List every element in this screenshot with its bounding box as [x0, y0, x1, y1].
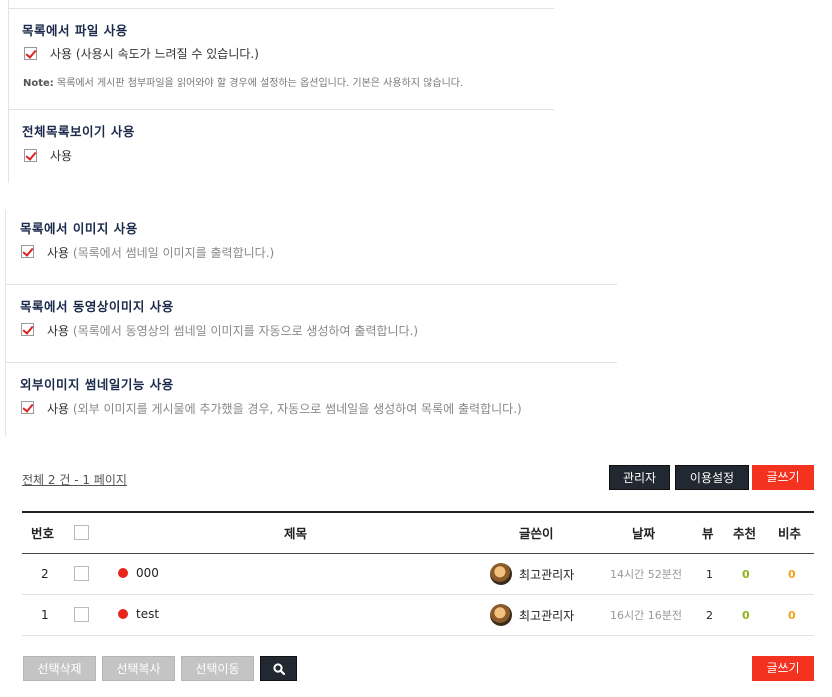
delete-selected-button[interactable]: 선택삭제	[23, 656, 96, 681]
row-checkbox[interactable]	[74, 607, 89, 622]
search-button[interactable]	[260, 656, 297, 681]
setting-title: 목록에서 동영상이미지 사용	[20, 299, 174, 314]
divider	[5, 210, 6, 436]
option-description: (외부 이미지를 게시물에 추가했을 경우, 자동으로 썸네일을 생성하여 목록…	[72, 402, 522, 416]
row-subject-link[interactable]: test	[136, 607, 159, 621]
new-dot-icon	[118, 568, 128, 578]
header-num: 번호	[31, 526, 55, 541]
divider	[8, 8, 554, 9]
setting-title: 목록에서 이미지 사용	[20, 221, 138, 236]
row-checkbox[interactable]	[74, 566, 89, 581]
row-date: 16시간 16분전	[610, 609, 682, 622]
row-writer[interactable]: 최고관리자	[519, 607, 574, 624]
row-subject-link[interactable]: 000	[136, 566, 159, 580]
avatar	[490, 563, 512, 585]
setting-checkbox[interactable]	[24, 149, 37, 162]
divider	[8, 0, 9, 183]
setting-option-label: 사용 (목록에서 썸네일 이미지를 출력합니다.)	[47, 244, 274, 261]
write-button[interactable]: 글쓰기	[752, 465, 814, 490]
copy-selected-button[interactable]: 선택복사	[102, 656, 175, 681]
search-icon	[272, 663, 285, 676]
new-dot-icon	[118, 609, 128, 619]
setting-checkbox[interactable]	[24, 47, 37, 60]
setting-checkbox[interactable]	[21, 323, 34, 336]
divider	[22, 553, 814, 554]
divider	[8, 109, 554, 110]
row-views: 2	[706, 609, 713, 622]
move-selected-button[interactable]: 선택이동	[181, 656, 254, 681]
option-text: 사용	[47, 324, 70, 338]
option-text: 사용	[47, 402, 70, 416]
avatar	[490, 604, 512, 626]
header-views: 뷰	[702, 526, 714, 541]
setting-option-label: 사용 (목록에서 동영상의 썸네일 이미지를 자동으로 생성하여 출력합니다.)	[47, 322, 418, 339]
option-description: (목록에서 동영상의 썸네일 이미지를 자동으로 생성하여 출력합니다.)	[72, 324, 419, 338]
header-subject: 제목	[284, 526, 308, 541]
setting-option-label: 사용 (외부 이미지를 게시물에 추가했을 경우, 자동으로 썸네일을 생성하여…	[47, 400, 522, 417]
write-button-bottom[interactable]: 글쓰기	[752, 656, 814, 681]
setting-option-label: 사용	[50, 149, 73, 163]
header-date: 날짜	[632, 526, 656, 541]
setting-note: Note: 목록에서 게시판 첨부파일을 읽어와야 할 경우에 설정하는 옵션입…	[23, 74, 463, 89]
row-num: 1	[41, 608, 49, 622]
row-recommend: 0	[742, 609, 750, 622]
row-date: 14시간 52분전	[610, 568, 682, 581]
divider	[22, 635, 814, 636]
row-views: 1	[706, 568, 713, 581]
divider	[22, 594, 814, 595]
divider	[5, 362, 617, 363]
option-description: (목록에서 썸네일 이미지를 출력합니다.)	[72, 246, 275, 260]
table-top-border	[22, 511, 814, 513]
setting-checkbox[interactable]	[21, 245, 34, 258]
setting-title: 외부이미지 썸네일기능 사용	[20, 377, 174, 392]
row-nonrecommend: 0	[788, 568, 796, 581]
setting-title: 목록에서 파일 사용	[22, 23, 128, 38]
setting-checkbox[interactable]	[21, 401, 34, 414]
row-recommend: 0	[742, 568, 750, 581]
option-text: 사용	[47, 246, 70, 260]
divider	[5, 284, 617, 285]
header-recommend: 추천	[733, 526, 757, 541]
setting-title: 전체목록보이기 사용	[22, 124, 135, 139]
setting-option-label: 사용 (사용시 속도가 느려질 수 있습니다.)	[50, 47, 259, 61]
note-text: 목록에서 게시판 첨부파일을 읽어와야 할 경우에 설정하는 옵션입니다. 기본…	[57, 78, 464, 89]
row-num: 2	[41, 567, 49, 581]
board-settings-button[interactable]: 이용설정	[675, 465, 749, 490]
note-label: Note:	[23, 78, 54, 89]
header-writer: 글쓴이	[519, 526, 554, 541]
header-nonrecommend: 비추	[778, 526, 802, 541]
admin-button[interactable]: 관리자	[609, 465, 670, 490]
page-info: 전체 2 건 - 1 페이지	[22, 473, 127, 487]
select-all-checkbox[interactable]	[74, 525, 89, 540]
row-writer[interactable]: 최고관리자	[519, 566, 574, 583]
row-nonrecommend: 0	[788, 609, 796, 622]
